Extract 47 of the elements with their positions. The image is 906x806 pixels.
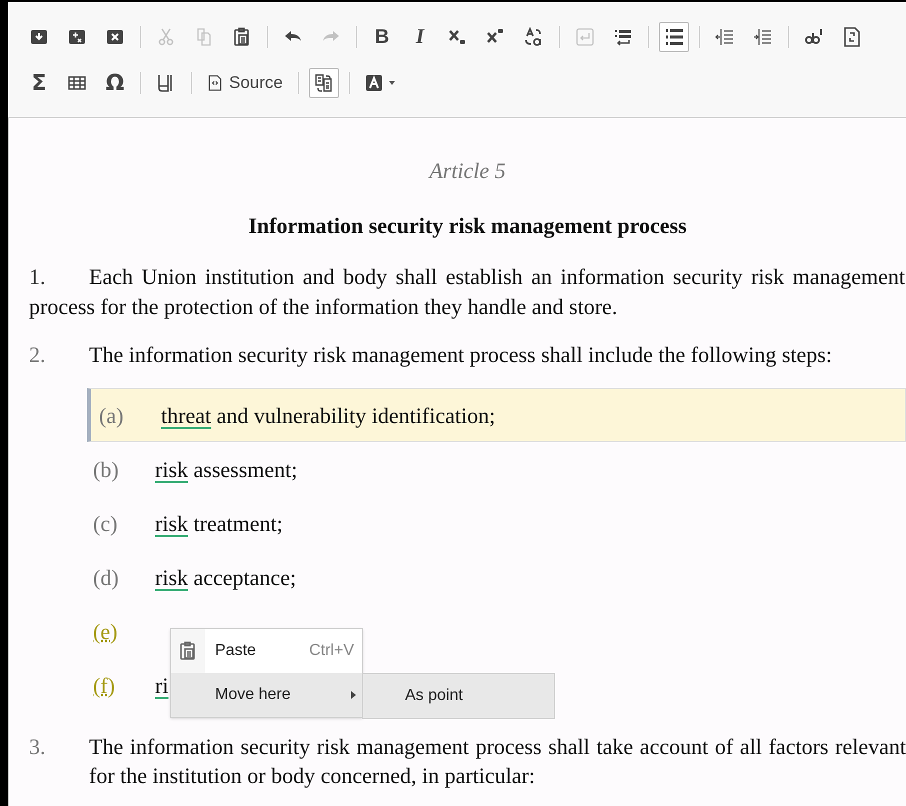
article-title: Information security risk management process xyxy=(247,212,688,240)
box-cross-icon xyxy=(105,27,125,47)
page-icon xyxy=(842,27,862,47)
compare-button[interactable] xyxy=(308,68,339,98)
point-label: (c) xyxy=(93,510,118,538)
paragraph-text: The information security risk management process shall take account of all factors relevant for the institution or body concerned, in particular: xyxy=(89,733,906,790)
numbered-list-button[interactable] xyxy=(659,22,689,52)
article-number: Article 5 xyxy=(427,157,507,185)
menu-item-label: Move here xyxy=(215,685,292,705)
caret-icon xyxy=(388,81,395,85)
bold-button[interactable]: B xyxy=(367,22,397,52)
outdent-icon xyxy=(715,27,735,47)
menu-shortcut: Ctrl+V xyxy=(309,641,354,661)
indent-icon xyxy=(753,27,773,47)
clipboard-icon xyxy=(232,27,252,47)
box-cross-icon xyxy=(67,27,87,47)
list-arrow-icon xyxy=(613,27,633,47)
menu-item[interactable]: Paste Ctrl+V xyxy=(171,629,362,673)
text-style-icon xyxy=(364,73,385,93)
code-page-icon xyxy=(207,75,223,91)
point-text: risk assessment; xyxy=(155,456,298,484)
point-label: (e) xyxy=(93,618,118,646)
point-text: risk treatment; xyxy=(155,510,283,538)
menu-item-label: Paste xyxy=(215,641,257,661)
enter-key-icon xyxy=(575,27,595,47)
paragraph-number: 3. xyxy=(29,733,46,761)
numbered-list-icon xyxy=(664,27,684,47)
point-text: ri xyxy=(155,672,168,700)
point-label: (b) xyxy=(93,456,120,484)
compare-documents-icon xyxy=(314,73,334,93)
scissors-icon xyxy=(156,27,176,47)
point-label: (d) xyxy=(93,564,120,592)
point-label: (a) xyxy=(99,402,124,430)
paragraph-number: 2. xyxy=(29,341,46,369)
source-button[interactable]: Source xyxy=(202,68,288,98)
menu-item[interactable]: Move here xyxy=(171,673,362,717)
symbol-button[interactable]: Ω xyxy=(100,68,130,98)
point-text: threat and vulnerability identification; xyxy=(161,402,496,430)
find-replace-icon xyxy=(524,27,544,47)
point-text: risk acceptance; xyxy=(155,564,296,592)
numbered-paragraph: 1. Each Union institution and body shall establish an information security risk management process for the protection of the information they handle and store. xyxy=(29,263,906,321)
paragraph-text: The information security risk management process shall include the following steps: xyxy=(89,341,832,369)
symbol-button[interactable]: Σ xyxy=(24,68,54,98)
source-label: Source xyxy=(229,72,283,94)
point-label: (f) xyxy=(93,672,116,700)
italic-button[interactable]: I xyxy=(405,22,435,52)
submenu-item[interactable]: As point xyxy=(363,674,554,718)
